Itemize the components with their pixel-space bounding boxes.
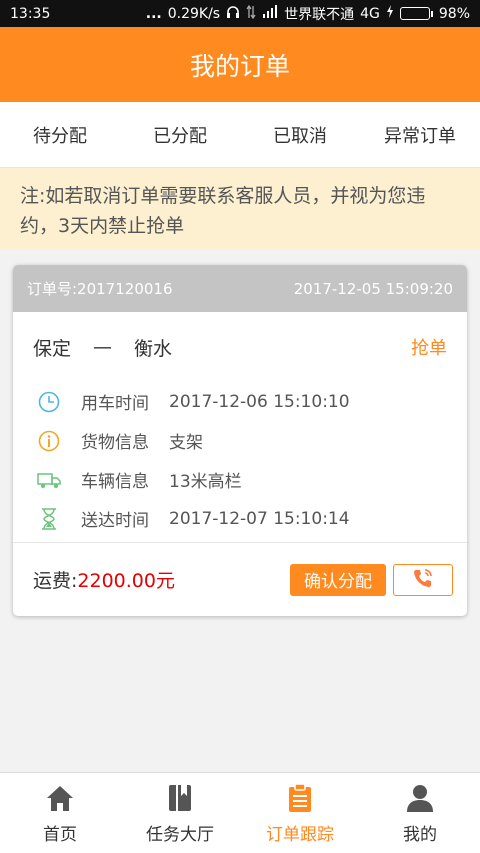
call-button[interactable]	[393, 563, 453, 596]
order-tabs: 待分配 已分配 已取消 异常订单	[0, 102, 480, 168]
info-value: 13米高栏	[169, 472, 242, 492]
info-row-delivery-time: 送达时间 2017-12-07 15:10:14	[13, 499, 467, 538]
battery-icon	[399, 7, 433, 20]
notice-banner: 注:如若取消订单需要联系客服人员，并视为您违约，3天内禁止抢单	[0, 168, 480, 250]
fee-label: 运费:	[33, 570, 78, 592]
status-bar: 13:35 ... 0.29K/s 世界联不通 4G 98%	[0, 0, 480, 27]
nav-label: 任务大厅	[146, 824, 214, 845]
nav-mine[interactable]: 我的	[360, 773, 480, 853]
status-network: 4G	[360, 5, 380, 22]
tab-assigned[interactable]: 已分配	[120, 102, 240, 167]
bottom-nav: 首页 任务大厅 订单跟踪 我的	[0, 772, 480, 853]
fee-value: 2200.00元	[77, 570, 175, 592]
nav-label: 订单跟踪	[266, 824, 334, 845]
route-row: 保定 — 衡水 抢单	[13, 312, 467, 382]
status-dots: ...	[145, 5, 162, 22]
status-speed: 0.29K/s	[167, 5, 221, 22]
info-label: 送达时间	[81, 511, 149, 531]
order-created-time: 2017-12-05 15:09:20	[293, 279, 453, 298]
signal-icon	[262, 5, 278, 22]
nav-label: 我的	[403, 824, 437, 845]
confirm-assign-button[interactable]: 确认分配	[290, 563, 386, 596]
order-number: 订单号:2017120016	[27, 280, 173, 298]
route-origin: 保定	[33, 337, 72, 360]
book-icon	[164, 782, 196, 814]
info-row-cargo: 货物信息 支架	[13, 421, 467, 460]
route-dash: —	[93, 336, 113, 358]
status-carrier: 世界联不通	[284, 6, 355, 23]
info-value: 支架	[169, 433, 203, 453]
status-right: ... 0.29K/s 世界联不通 4G 98%	[146, 4, 470, 24]
status-time: 13:35	[10, 5, 51, 22]
phone-icon	[412, 567, 434, 593]
user-icon	[404, 782, 436, 814]
hourglass-icon	[37, 507, 61, 531]
order-card: 订单号:2017120016 2017-12-05 15:09:20 保定 — …	[13, 265, 467, 616]
info-icon	[37, 429, 61, 453]
headset-icon	[226, 5, 240, 23]
charging-icon	[386, 5, 394, 22]
info-value: 2017-12-07 15:10:14	[169, 508, 350, 529]
truck-icon	[37, 468, 61, 492]
info-label: 货物信息	[81, 433, 149, 453]
tab-pending[interactable]: 待分配	[0, 102, 120, 167]
nav-home[interactable]: 首页	[0, 773, 120, 853]
battery-percent: 98%	[438, 5, 470, 22]
info-row-vehicle: 车辆信息 13米高栏	[13, 460, 467, 499]
home-icon	[44, 782, 76, 814]
clock-icon	[37, 390, 61, 414]
info-label: 车辆信息	[81, 472, 149, 492]
order-card-header: 订单号:2017120016 2017-12-05 15:09:20	[13, 265, 467, 312]
info-label: 用车时间	[81, 394, 149, 414]
data-arrows-icon	[246, 4, 256, 23]
grab-order-button[interactable]: 抢单	[411, 334, 447, 360]
info-row-use-time: 用车时间 2017-12-06 15:10:10	[13, 382, 467, 421]
tab-cancelled[interactable]: 已取消	[240, 102, 360, 167]
clipboard-icon	[284, 782, 316, 814]
route-destination: 衡水	[134, 337, 173, 360]
nav-task-hall[interactable]: 任务大厅	[120, 773, 240, 853]
nav-order-tracking[interactable]: 订单跟踪	[240, 773, 360, 853]
nav-label: 首页	[43, 824, 77, 845]
page-title: 我的订单	[189, 51, 290, 81]
order-card-footer: 运费: 2200.00元 确认分配	[13, 543, 467, 616]
tab-abnormal[interactable]: 异常订单	[360, 102, 480, 167]
title-bar: 我的订单	[0, 27, 480, 102]
info-value: 2017-12-06 15:10:10	[169, 391, 350, 412]
